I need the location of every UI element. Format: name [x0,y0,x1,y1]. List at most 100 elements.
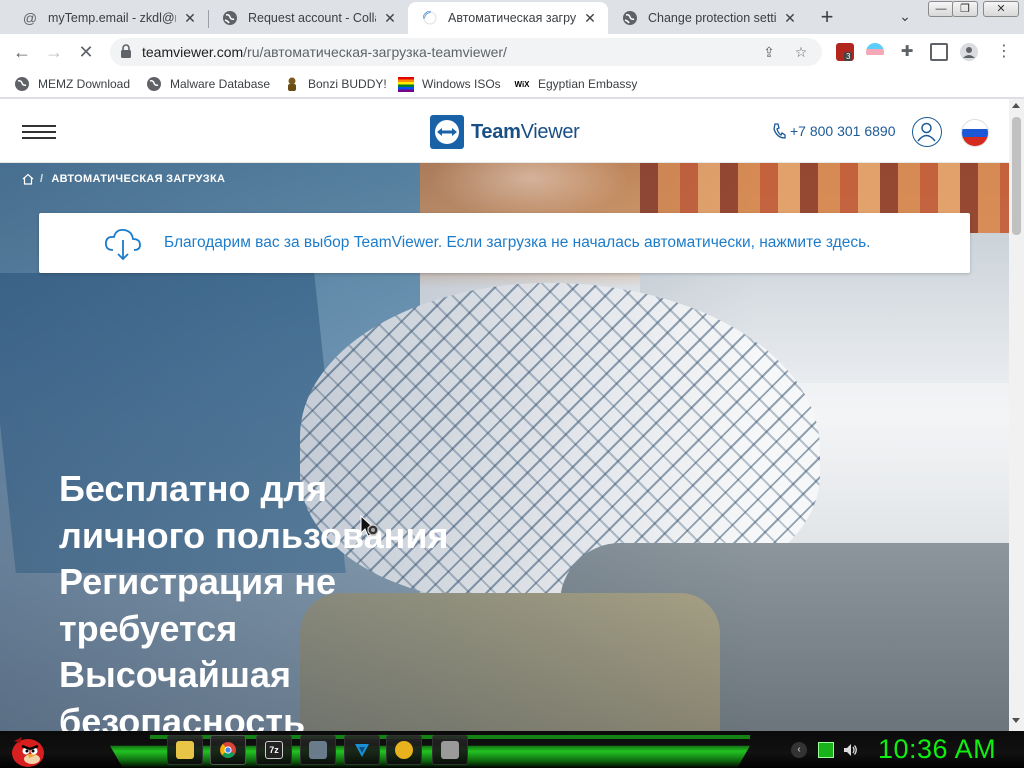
windows-flag-icon [398,76,414,92]
loading-spinner-icon [422,10,438,26]
bookmark-egyptian-embassy[interactable]: WiX Egyptian Embassy [514,75,637,93]
network-icon[interactable] [818,742,834,758]
scroll-down-arrow-icon[interactable] [1012,718,1020,723]
globe-icon [222,10,238,26]
side-panel-icon[interactable] [930,43,948,61]
chrome-icon [220,742,236,758]
breadcrumb-separator: / [40,173,44,185]
taskbar-paint[interactable] [432,735,468,765]
headline-line: Регистрация не [59,561,336,602]
address-bar[interactable]: teamviewer.com/ru/автоматическая-загрузк… [110,38,822,66]
site-header: TeamViewer +7 800 301 6890 [0,99,1009,163]
scrollbar-thumb[interactable] [1012,117,1021,235]
hamburger-menu-icon[interactable] [22,125,56,139]
taskbar-chrome[interactable] [210,735,246,765]
back-button[interactable]: ← [10,40,34,64]
home-icon[interactable] [22,173,34,185]
headline-line: требуется [59,607,238,649]
volume-icon[interactable] [842,742,858,758]
taskbar-bonzi[interactable] [386,735,422,765]
taskbar-remote-desktop[interactable] [300,735,336,765]
bonzi-icon [284,76,300,92]
tab-title: Автоматическая загрузк [448,11,576,25]
taskbar-vpn[interactable] [344,735,380,765]
taskbar: 7z ‹ 10:36 AM [0,731,1024,768]
tab-strip: @ myTemp.email - zkdl@ne ✕ Request accou… [0,0,1024,34]
headline-line: Высочайшая [59,654,291,695]
hero-section: / АВТОМАТИЧЕСКАЯ ЗАГРУЗКА Благодарим вас… [0,163,1009,731]
minimize-button[interactable]: — [928,1,954,17]
taskbar-clock[interactable]: 10:36 AM [878,734,996,765]
flag-extension-icon[interactable] [866,43,884,61]
download-notice-link[interactable]: Благодарим вас за выбор TeamViewer. Если… [164,234,871,252]
russia-flag-icon[interactable] [961,119,989,147]
user-account-icon[interactable] [912,117,942,147]
headline-line: безопасность [59,700,306,732]
teamviewer-logo[interactable]: TeamViewer [430,115,580,149]
logo-wordmark: TeamViewer [471,120,580,143]
phone-link[interactable]: +7 800 301 6890 [772,123,896,139]
phone-number: +7 800 301 6890 [790,123,896,139]
stop-loading-button[interactable]: ✕ [74,40,98,64]
bookmark-malware-database[interactable]: Malware Database [146,75,270,93]
tab-mytemp-email[interactable]: @ myTemp.email - zkdl@ne ✕ [8,2,208,34]
bookmark-label: Windows ISOs [422,77,501,91]
close-icon[interactable]: ✕ [582,10,598,26]
tab-change-protection[interactable]: Change protection settin ✕ [608,2,808,34]
download-notice: Благодарим вас за выбор TeamViewer. Если… [39,213,970,273]
bookmark-star-icon[interactable]: ☆ [792,44,810,62]
taskbar-7zip[interactable]: 7z [256,735,292,765]
breadcrumb: / АВТОМАТИЧЕСКАЯ ЗАГРУЗКА [22,173,225,185]
paint-icon [441,741,459,759]
tab-title: Change protection settin [648,11,776,25]
profile-avatar-icon[interactable] [960,43,978,61]
start-angry-bird-icon[interactable] [6,731,48,768]
tab-teamviewer-download[interactable]: Автоматическая загрузк ✕ [408,2,608,34]
chevron-down-icon[interactable]: ⌄ [895,8,915,28]
7zip-icon: 7z [265,741,283,759]
wix-icon: WiX [514,79,530,89]
page-viewport: TeamViewer +7 800 301 6890 / АВТОМАТИЧЕС… [0,99,1024,731]
tab-title: Request account - Collab [248,11,376,25]
close-icon[interactable]: ✕ [782,10,798,26]
tab-title: myTemp.email - zkdl@ne [48,11,176,25]
forward-button[interactable]: → [42,40,66,64]
url-text[interactable]: teamviewer.com/ru/автоматическая-загрузк… [142,44,507,60]
bonzi-app-icon [395,741,413,759]
globe-icon [14,76,30,92]
tab-request-account[interactable]: Request account - Collab ✕ [208,2,408,34]
teamviewer-logo-icon [430,115,464,149]
page-scrollbar[interactable] [1009,99,1024,731]
browser-toolbar: ← → ✕ teamviewer.com/ru/автоматическая-з… [0,34,1024,70]
bookmark-label: Malware Database [170,77,271,91]
remote-desktop-icon [309,741,327,759]
bookmark-label: MEMZ Download [38,77,131,91]
bookmark-memz[interactable]: MEMZ Download [14,75,130,93]
bookmark-bonzi-buddy[interactable]: Bonzi BUDDY! [284,75,387,93]
bookmark-label: Egyptian Embassy [538,77,638,91]
close-icon[interactable]: ✕ [182,10,198,26]
headline-line: личного пользования [59,514,449,556]
share-icon[interactable]: ⇪ [760,44,778,62]
vpn-icon [355,744,369,757]
hero-headline: Бесплатно для личного пользования Регист… [59,466,519,731]
ublock-extension-icon[interactable]: 3 [836,43,854,61]
cloud-download-icon [104,228,141,261]
window-close-button[interactable]: ✕ [983,1,1019,17]
close-icon[interactable]: ✕ [382,10,398,26]
menu-kebab-icon[interactable]: ⋮ [992,40,1016,64]
bookmark-label: Bonzi BUDDY! [308,77,387,91]
restore-button[interactable]: ❐ [952,1,978,17]
extensions-puzzle-icon[interactable]: ✚ [898,43,916,61]
phone-icon [773,123,786,139]
taskbar-file-explorer[interactable] [167,735,203,765]
lock-icon[interactable] [120,44,132,58]
scroll-up-arrow-icon[interactable] [1012,103,1020,108]
bookmark-windows-isos[interactable]: Windows ISOs [398,75,501,93]
tray-expand-icon[interactable]: ‹ [791,742,807,758]
breadcrumb-current: АВТОМАТИЧЕСКАЯ ЗАГРУЗКА [51,173,226,185]
busy-cursor-icon [360,515,379,537]
globe-icon [622,10,638,26]
new-tab-button[interactable]: + [815,6,839,30]
file-explorer-icon [176,741,194,759]
